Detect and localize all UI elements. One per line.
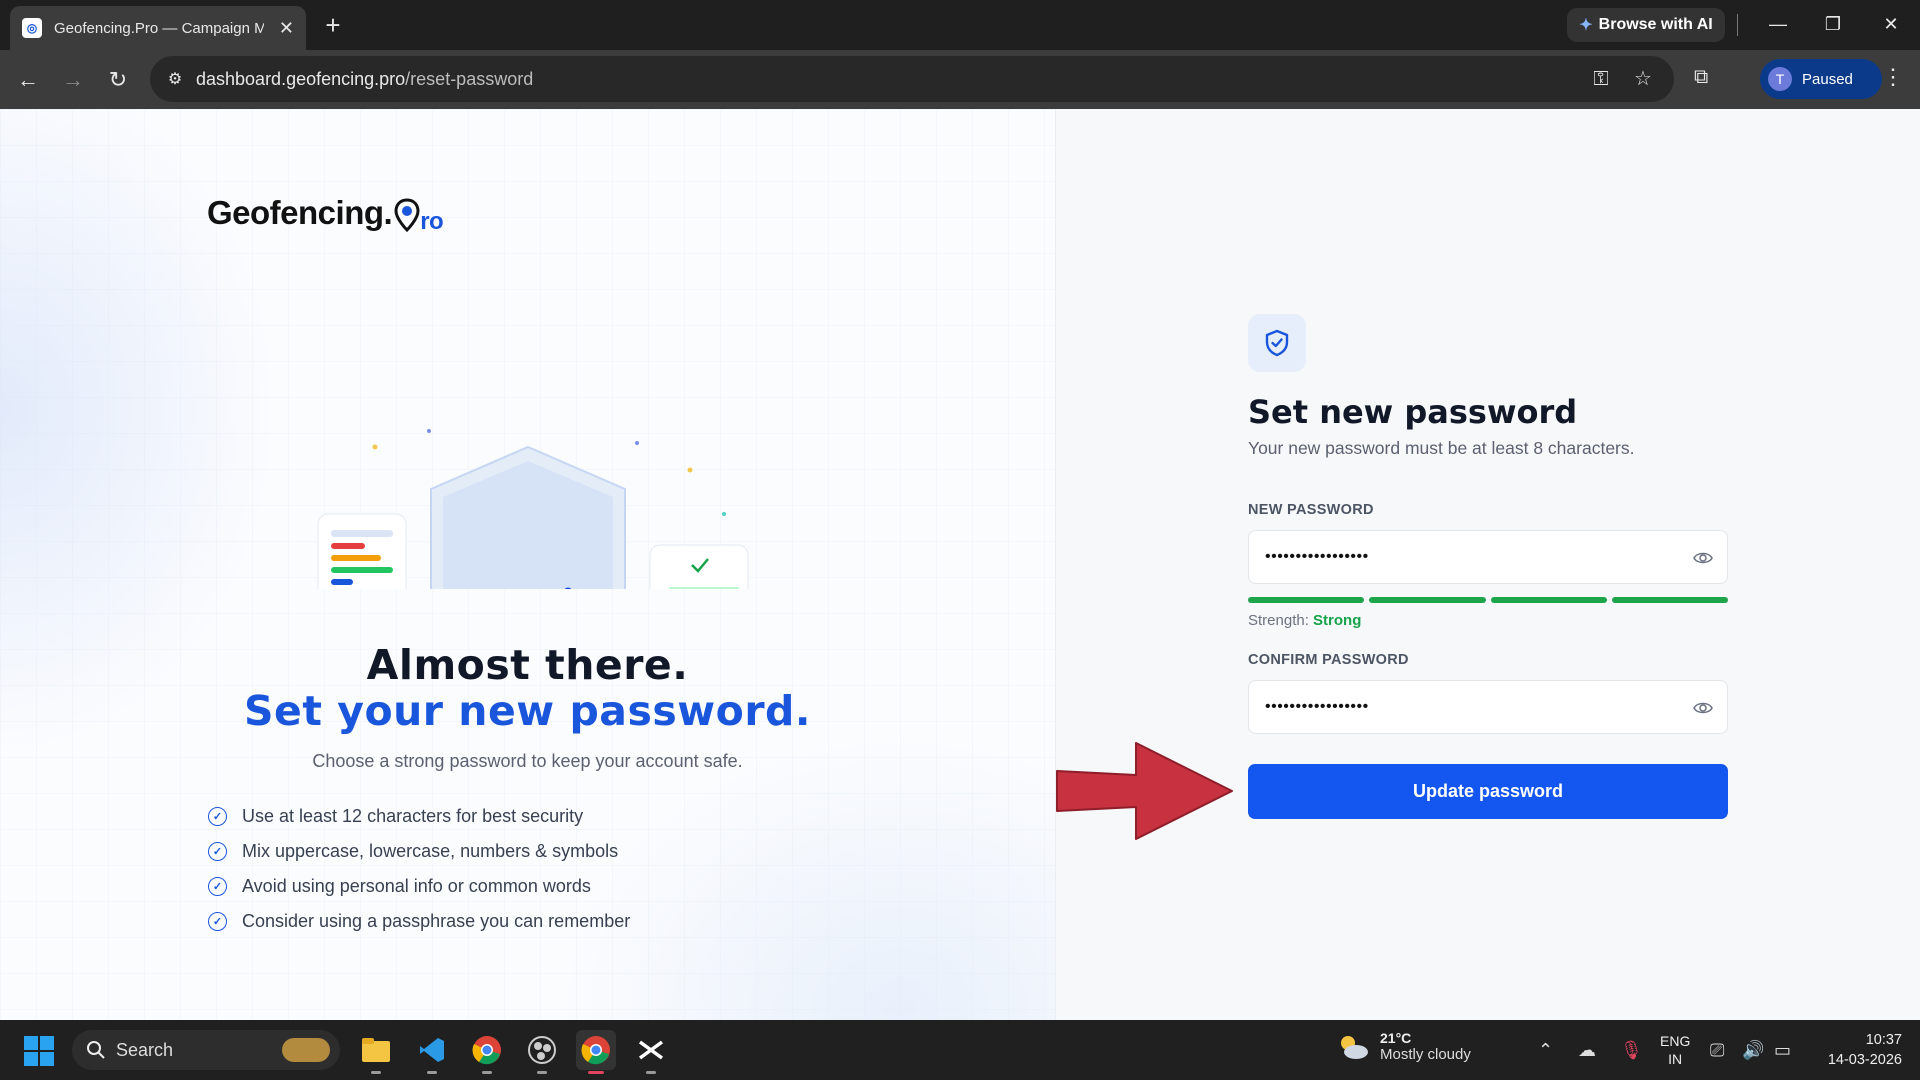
windows-start-icon[interactable] [24,1036,54,1066]
new-password-value[interactable]: ••••••••••••••••• [1265,548,1369,566]
logo-text: Geofencing. [207,194,393,231]
clock[interactable]: 10:37 14-03-2026 [1812,1030,1902,1070]
volume-icon[interactable]: 🔊 [1742,1040,1764,1061]
confirm-password-label: CONFIRM PASSWORD [1248,652,1409,668]
chrome-profile-icon[interactable] [576,1030,616,1074]
search-icon [87,1041,105,1059]
profile-button[interactable]: T Paused [1760,59,1882,99]
map-pin-icon [394,198,420,233]
date: 14-03-2026 [1827,1052,1902,1068]
battery-icon[interactable]: ▭ [1774,1040,1791,1061]
restore-button[interactable]: ❐ [1813,8,1853,40]
vscode-icon[interactable] [412,1030,452,1074]
network-icon[interactable]: ⎚ [1710,1040,1724,1061]
close-tab-icon[interactable]: ✕ [279,18,294,39]
confirm-password-field[interactable]: ••••••••••••••••• [1248,680,1728,734]
titlebar-divider [1737,14,1738,36]
capcut-icon[interactable] [631,1030,671,1074]
security-illustration [317,429,749,589]
page: Geofencing. ro Almost there. Set your ne… [0,109,1920,1020]
new-password-field[interactable]: ••••••••••••••••• [1248,530,1728,584]
weather-temp: 21°C [1380,1030,1412,1046]
hero-title-accent: Set your new password. [244,687,811,735]
search-highlight-image [282,1038,330,1062]
microphone-icon[interactable]: 🎙 [1620,1040,1643,1061]
confirm-password-value[interactable]: ••••••••••••••••• [1265,698,1369,716]
form-subtitle: Your new password must be at least 8 cha… [1248,438,1635,458]
weather-widget[interactable]: 21°C Mostly cloudy [1336,1030,1471,1063]
strength-segment [1248,597,1365,603]
geofencing-logo: Geofencing. ro [207,194,444,235]
strength-segment [1611,597,1728,603]
forward-button[interactable]: → [57,64,89,96]
red-arrow-annotation [1056,742,1233,840]
bookmark-star-icon[interactable]: ☆ [1630,66,1656,92]
geofencing-favicon-icon: ◎ [22,18,42,38]
obs-icon[interactable] [522,1030,562,1074]
site-info-icon[interactable]: ⚙ [160,69,190,89]
browse-ai-label: Browse with AI [1598,16,1713,33]
shield-check-illustration [430,445,626,589]
address-bar-row: ← → ↻ ⚙ dashboard.geofencing.pro/reset-p… [0,50,1920,109]
browser-tab[interactable]: ◎ Geofencing.Pro — Campaign M ✕ [10,6,306,50]
password-key-icon[interactable]: ⚿ [1588,66,1614,92]
url-text[interactable]: dashboard.geofencing.pro/reset-password [196,69,533,90]
shield-check-icon [1248,314,1306,372]
hero-title: Almost there. [366,641,689,689]
chrome-icon[interactable] [467,1030,507,1074]
windows-taskbar: Search 21°C Mostly cloudy ⌃ ☁ 🎙 ENG IN ⎚… [0,1020,1920,1080]
tab-search-icon[interactable]: ⧉ [1694,66,1708,89]
reload-button[interactable]: ↻ [102,64,134,96]
strength-value: Strong [1313,612,1362,629]
update-password-button[interactable]: Update password [1248,764,1728,819]
document-card [317,513,407,589]
tip-item: ✓ Mix uppercase, lowercase, numbers & sym… [208,834,630,869]
search-label: Search [116,1039,174,1060]
minimize-button[interactable]: — [1758,8,1798,40]
password-tips-list: ✓ Use at least 12 characters for best sec… [208,799,630,939]
password-strength-meter [1248,597,1728,603]
tab-title: Geofencing.Pro — Campaign M [54,19,264,37]
cloud-offline-icon[interactable]: ☁ [1578,1040,1596,1061]
taskbar-search[interactable]: Search [72,1030,340,1070]
hero-subtitle: Choose a strong password to keep your ac… [312,751,743,771]
close-window-button[interactable]: ✕ [1871,8,1911,40]
show-password-eye-icon[interactable] [1693,698,1713,718]
sparkle-icon: ✦ [1579,17,1593,34]
check-circle-icon: ✓ [208,842,227,861]
logo-suffix: ro [420,208,444,235]
tip-item: ✓ Consider using a passphrase you can rem… [208,904,630,939]
verified-card [649,544,749,589]
check-circle-icon: ✓ [208,877,227,896]
chevron-up-icon[interactable]: ⌃ [1538,1040,1553,1061]
check-circle-icon: ✓ [208,912,227,931]
check-circle-icon: ✓ [208,807,227,826]
weather-desc: Mostly cloudy [1380,1046,1471,1063]
tip-item: ✓ Avoid using personal info or common wor… [208,869,630,904]
form-title: Set new password [1248,393,1578,431]
show-password-eye-icon[interactable] [1693,548,1713,568]
language-indicator[interactable]: ENG IN [1660,1032,1690,1068]
time: 10:37 [1865,1032,1902,1048]
tip-item: ✓ Use at least 12 characters for best sec… [208,799,630,834]
address-bar[interactable]: ⚙ dashboard.geofencing.pro/reset-passwor… [150,56,1674,102]
strength-segment [1490,597,1607,603]
cloudy-weather-icon [1341,1035,1368,1059]
browse-with-ai-button[interactable]: ✦ Browse with AI [1567,8,1725,42]
avatar: T [1768,67,1792,91]
profile-status: Paused [1802,70,1853,88]
back-button[interactable]: ← [12,64,44,96]
strength-indicator: Strength: Strong [1248,612,1362,629]
new-tab-button[interactable]: + [318,10,348,41]
strength-segment [1369,597,1486,603]
file-explorer-icon[interactable] [356,1030,396,1074]
browser-menu-icon[interactable]: ⋮ [1882,64,1904,90]
new-password-label: NEW PASSWORD [1248,502,1374,518]
browser-titlebar: ◎ Geofencing.Pro — Campaign M ✕ + ✦ Brow… [0,0,1920,50]
